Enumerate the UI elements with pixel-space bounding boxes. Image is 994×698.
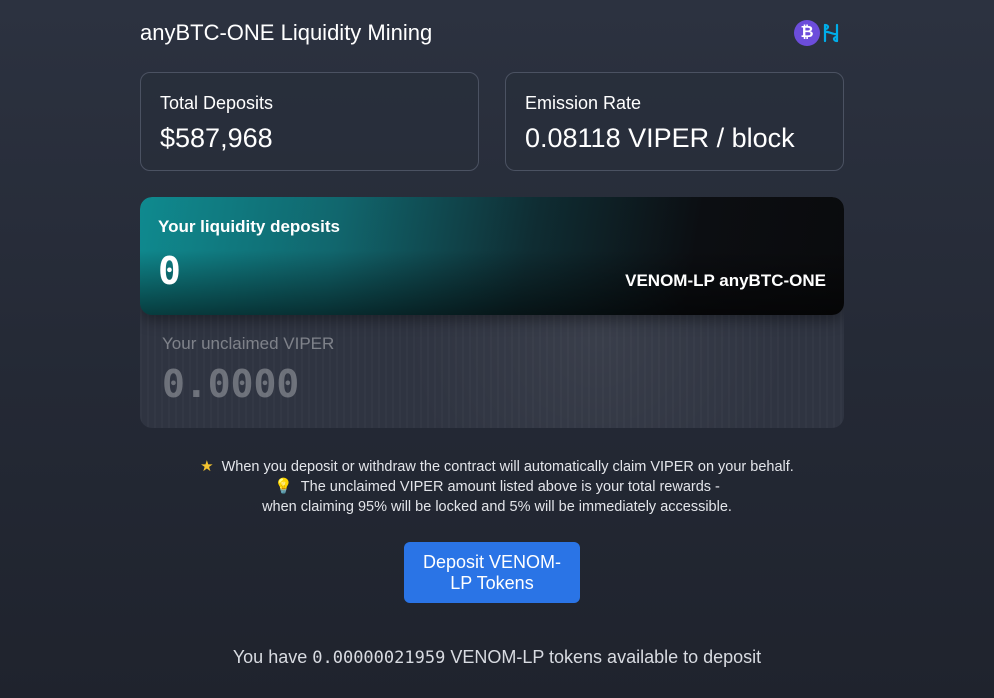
deposit-button[interactable]: Deposit VENOM-LP Tokens — [404, 542, 580, 603]
info-text-2: The unclaimed VIPER amount listed above … — [300, 479, 720, 495]
lp-pair-name: VENOM-LP anyBTC-ONE — [625, 271, 826, 290]
total-deposits-value: $587,968 — [160, 123, 273, 153]
liquidity-card: Your liquidity deposits 0 VENOM-LP anyBT… — [140, 197, 844, 428]
star-icon: ★ — [200, 458, 214, 475]
unclaimed-viper-value: 0.0000 — [162, 362, 300, 406]
available-suffix: VENOM-LP tokens available to deposit — [450, 647, 762, 667]
page-header: anyBTC-ONE Liquidity Mining ₿ — [140, 18, 844, 48]
info-line-auto-claim: ★ When you deposit or withdraw the contra… — [0, 457, 994, 477]
bitcoin-icon: ₿ — [794, 20, 820, 46]
liquidity-deposits-label: Your liquidity deposits — [158, 217, 340, 236]
harmony-one-icon — [818, 20, 844, 46]
liquidity-deposits-panel: Your liquidity deposits 0 VENOM-LP anyBT… — [140, 197, 844, 315]
page-title: anyBTC-ONE Liquidity Mining — [140, 20, 433, 45]
emission-rate-card: Emission Rate 0.08118 VIPER / block — [505, 72, 844, 171]
liquidity-deposits-value: 0 — [158, 249, 181, 293]
lightbulb-icon: 💡 — [274, 478, 293, 495]
emission-rate-value: 0.08118 VIPER / block — [525, 123, 795, 153]
emission-rate-label: Emission Rate — [525, 93, 642, 113]
info-notice: ★ When you deposit or withdraw the contra… — [0, 457, 994, 517]
unclaimed-viper-label: Your unclaimed VIPER — [162, 334, 335, 353]
info-text-3: when claiming 95% will be locked and 5% … — [262, 499, 732, 515]
info-text-1: When you deposit or withdraw the contrac… — [221, 459, 794, 475]
available-prefix: You have — [232, 647, 308, 667]
available-amount: 0.00000021959 — [312, 648, 446, 668]
total-deposits-label: Total Deposits — [160, 93, 274, 113]
token-pair-icons: ₿ — [794, 20, 844, 46]
available-balance: You have 0.00000021959 VENOM-LP tokens a… — [0, 647, 994, 668]
info-line-locking: when claiming 95% will be locked and 5% … — [0, 497, 994, 517]
total-deposits-card: Total Deposits $587,968 — [140, 72, 479, 171]
info-line-rewards: 💡 The unclaimed VIPER amount listed above… — [0, 477, 994, 497]
